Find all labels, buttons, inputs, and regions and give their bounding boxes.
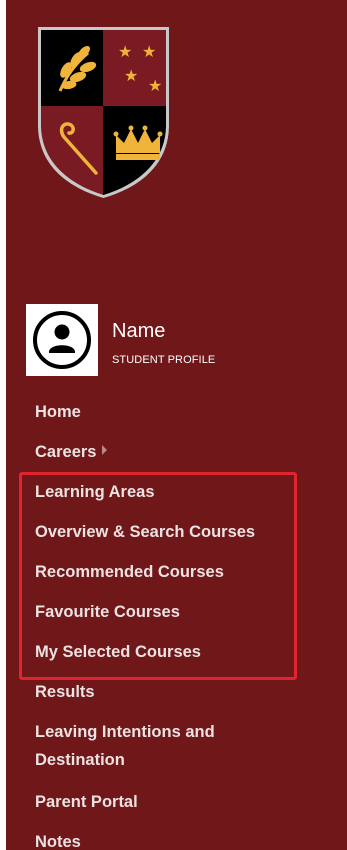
nav-item-label: Parent Portal [35,793,138,811]
nav-item-label-line2: Destination [35,751,125,769]
nav-item-label: Notes [35,833,81,850]
nav-item-label: My Selected Courses [35,643,201,661]
nav-item-home[interactable]: Home [35,398,81,426]
nav-item-recommended-courses[interactable]: Recommended Courses [35,558,224,586]
nav-item-my-selected-courses[interactable]: My Selected Courses [35,638,201,666]
nav-item-careers[interactable]: Careers [35,438,108,466]
svg-text:★: ★ [142,42,156,61]
nav-item-favourite-courses[interactable]: Favourite Courses [35,598,180,626]
svg-text:★: ★ [148,76,162,95]
student-profile[interactable]: Name STUDENT PROFILE [26,304,326,376]
user-icon [33,311,91,369]
nav-item-notes[interactable]: Notes [35,828,81,850]
nav-item-leaving-intentions[interactable]: Leaving Intentions and Destination [35,718,215,774]
nav-item-parent-portal[interactable]: Parent Portal [35,788,138,816]
profile-name: Name [112,320,166,342]
nav-item-learning-areas[interactable]: Learning Areas [35,478,155,506]
avatar[interactable] [26,304,98,376]
svg-text:★: ★ [118,42,132,61]
nav-item-label: Learning Areas [35,483,155,501]
nav-item-label: Favourite Courses [35,603,180,621]
nav-item-label: Overview & Search Courses [35,523,256,541]
profile-subtitle: STUDENT PROFILE [112,354,216,366]
school-crest-logo[interactable]: ★ ★ ★ ★ [36,25,171,200]
nav-item-label: Results [35,683,95,701]
nav-item-label: Leaving Intentions and [35,723,215,741]
nav-item-label: Recommended Courses [35,563,224,581]
caret-right-icon [102,445,108,455]
nav-item-label: Home [35,403,81,421]
nav-item-results[interactable]: Results [35,678,95,706]
sidebar: ★ ★ ★ ★ Name STUDENT PROFILE Home Career… [6,0,347,850]
nav-item-label: Careers [35,443,97,461]
nav-item-overview-search-courses[interactable]: Overview & Search Courses [35,518,255,546]
svg-text:★: ★ [124,66,138,85]
